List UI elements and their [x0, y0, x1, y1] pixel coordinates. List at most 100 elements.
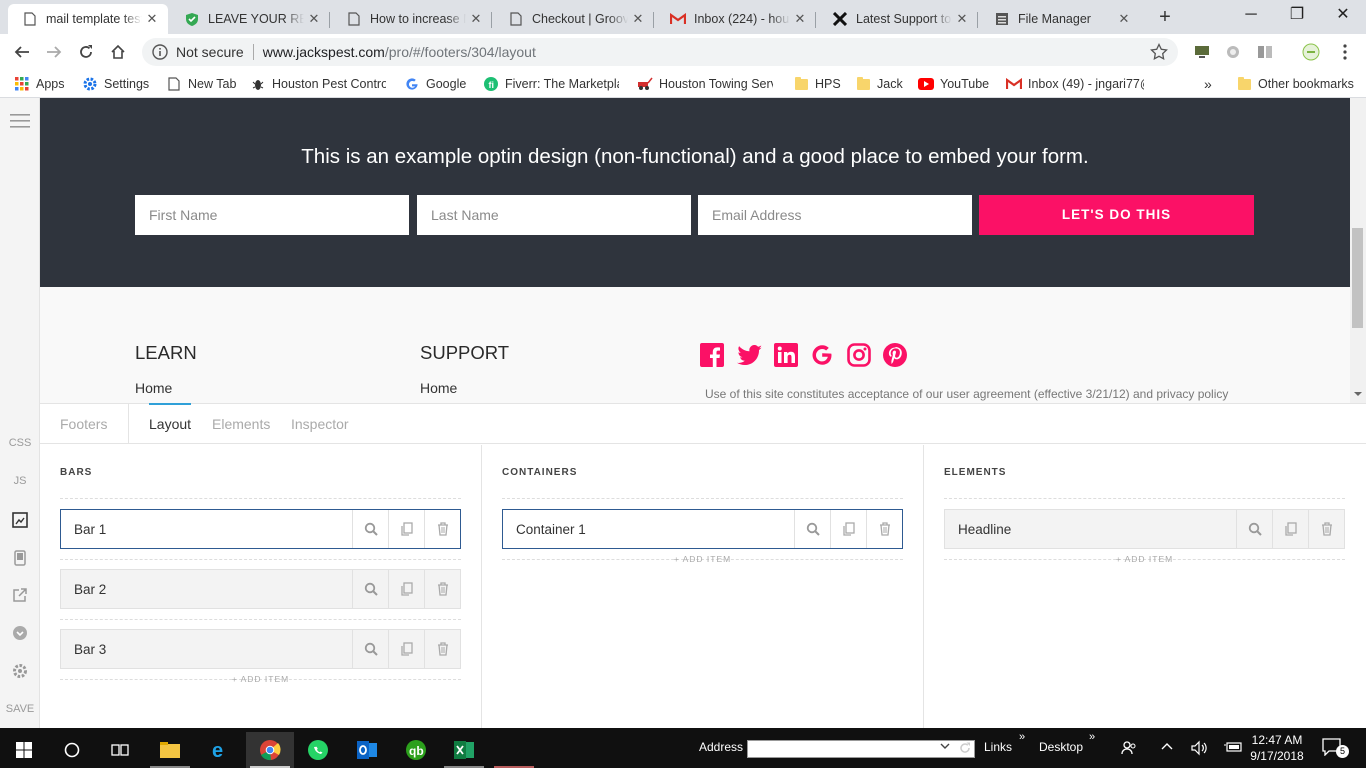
volume-icon[interactable] [1191, 740, 1209, 756]
taskbar-app-slot[interactable] [490, 732, 538, 768]
minimize-button[interactable]: ─ [1228, 0, 1274, 32]
js-button[interactable]: JS [0, 475, 40, 487]
learn-home-link[interactable]: Home [135, 380, 172, 396]
bookmark-apps[interactable]: Apps [14, 76, 65, 92]
search-icon[interactable] [794, 510, 830, 548]
instagram-icon[interactable] [847, 343, 873, 369]
pest-extension-icon[interactable] [1302, 43, 1320, 61]
trash-icon[interactable] [424, 570, 460, 608]
bookmark-houston-pest[interactable]: Houston Pest Control [250, 76, 386, 92]
taskbar-clock[interactable]: 12:47 AM 9/17/2018 [1246, 732, 1308, 764]
bar-item[interactable]: Bar 3 [60, 629, 461, 669]
bookmark-houston-towing[interactable]: Houston Towing Serv [637, 76, 773, 92]
duplicate-icon[interactable] [1272, 510, 1308, 548]
trash-icon[interactable] [866, 510, 902, 548]
close-icon[interactable]: ✕ [790, 11, 810, 27]
close-icon[interactable]: ✕ [142, 11, 162, 27]
hamburger-menu-icon[interactable] [0, 114, 40, 128]
people-icon[interactable] [1121, 740, 1137, 756]
cortana-search-icon[interactable] [48, 732, 96, 768]
first-name-input[interactable]: First Name [135, 195, 409, 235]
bookmark-hps[interactable]: HPS [793, 76, 841, 92]
element-item[interactable]: Headline [944, 509, 1345, 549]
quickbooks-icon[interactable]: qb [392, 732, 440, 768]
info-icon[interactable] [150, 44, 170, 60]
trash-icon[interactable] [1308, 510, 1344, 548]
dropdown-circle-icon[interactable] [0, 625, 40, 641]
trash-icon[interactable] [424, 630, 460, 668]
chrome-taskbar-icon[interactable] [246, 732, 294, 768]
tab-inspector[interactable]: Inspector [291, 416, 349, 432]
save-button[interactable]: SAVE [0, 703, 40, 715]
new-tab-button[interactable]: + [1153, 6, 1177, 30]
refresh-icon[interactable] [958, 741, 972, 755]
tab-mail-template[interactable]: mail template test ✕ [8, 4, 168, 34]
chevron-down-icon[interactable] [940, 742, 950, 750]
desktop-chevron-icon[interactable]: » [1089, 731, 1095, 743]
external-link-icon[interactable] [0, 587, 40, 603]
add-bar-button[interactable]: + ADD ITEM [60, 674, 461, 684]
links-chevron-icon[interactable]: » [1019, 731, 1025, 743]
whatsapp-icon[interactable] [294, 732, 342, 768]
circle-extension-icon[interactable] [1224, 43, 1242, 61]
duplicate-icon[interactable] [388, 570, 424, 608]
reload-button[interactable] [74, 40, 98, 64]
address-bar[interactable]: Not secure www.jackspest.com/pro/#/foote… [142, 38, 1178, 66]
tray-chevron-up-icon[interactable] [1161, 742, 1173, 750]
linkedin-icon[interactable] [774, 343, 800, 369]
internet-explorer-icon[interactable]: e [196, 732, 244, 768]
mobile-preview-icon[interactable] [0, 550, 40, 566]
google-plus-icon[interactable] [810, 343, 836, 369]
tab-file-manager[interactable]: File Manager ✕ [980, 4, 1140, 34]
bookmark-youtube[interactable]: YouTube [918, 76, 989, 92]
links-toolbar[interactable]: Links [984, 740, 1012, 754]
close-icon[interactable]: ✕ [466, 11, 486, 27]
task-view-icon[interactable] [96, 732, 144, 768]
home-button[interactable] [106, 40, 130, 64]
windows-start-icon[interactable] [0, 732, 48, 768]
desktop-toolbar[interactable]: Desktop [1039, 740, 1083, 754]
facebook-icon[interactable] [700, 343, 726, 369]
bookmark-jack[interactable]: Jack [855, 76, 903, 92]
bar-item[interactable]: Bar 2 [60, 569, 461, 609]
menu-kebab-icon[interactable] [1336, 43, 1354, 61]
tab-gmail-inbox[interactable]: Inbox (224) - hous ✕ [656, 4, 816, 34]
monitor-extension-icon[interactable] [1193, 43, 1211, 61]
close-icon[interactable]: ✕ [628, 11, 648, 27]
duplicate-icon[interactable] [830, 510, 866, 548]
duplicate-icon[interactable] [388, 510, 424, 548]
bar-item[interactable]: Bar 1 [60, 509, 461, 549]
tab-latest-support[interactable]: Latest Support topic ✕ [818, 4, 978, 34]
tab-checkout-groove[interactable]: Checkout | Groove ✕ [494, 4, 654, 34]
outlook-icon[interactable] [343, 732, 391, 768]
lets-do-this-button[interactable]: LET'S DO THIS [979, 195, 1254, 235]
twitter-icon[interactable] [737, 343, 763, 369]
tab-leave-review[interactable]: LEAVE YOUR REVIEW ✕ [170, 4, 330, 34]
forward-button[interactable] [42, 40, 66, 64]
bookmark-google[interactable]: Google [404, 76, 466, 92]
tab-layout[interactable]: Layout [149, 403, 192, 432]
email-input[interactable]: Email Address [698, 195, 972, 235]
scroll-down-arrow-icon[interactable] [1353, 390, 1363, 398]
bookmark-star-icon[interactable] [1150, 43, 1168, 61]
back-button[interactable] [10, 40, 34, 64]
excel-icon[interactable] [440, 732, 488, 768]
search-icon[interactable] [1236, 510, 1272, 548]
window-close-button[interactable]: ✕ [1320, 0, 1366, 32]
battery-icon[interactable] [1224, 741, 1242, 753]
search-icon[interactable] [352, 630, 388, 668]
add-container-button[interactable]: + ADD ITEM [502, 554, 903, 564]
support-home-link[interactable]: Home [420, 380, 457, 396]
notification-center-icon[interactable]: 5 [1322, 738, 1349, 758]
close-icon[interactable]: ✕ [1114, 11, 1134, 27]
tab-elements[interactable]: Elements [212, 416, 270, 432]
other-bookmarks[interactable]: Other bookmarks [1236, 76, 1354, 92]
close-icon[interactable]: ✕ [952, 11, 972, 27]
trash-icon[interactable] [424, 510, 460, 548]
layout-frame-icon[interactable] [0, 512, 40, 528]
tab-how-to-increase[interactable]: How to increase M ✕ [332, 4, 492, 34]
settings-gear-icon[interactable] [0, 663, 40, 679]
container-item[interactable]: Container 1 [502, 509, 903, 549]
bookmark-settings[interactable]: Settings [82, 76, 149, 92]
search-icon[interactable] [352, 510, 388, 548]
